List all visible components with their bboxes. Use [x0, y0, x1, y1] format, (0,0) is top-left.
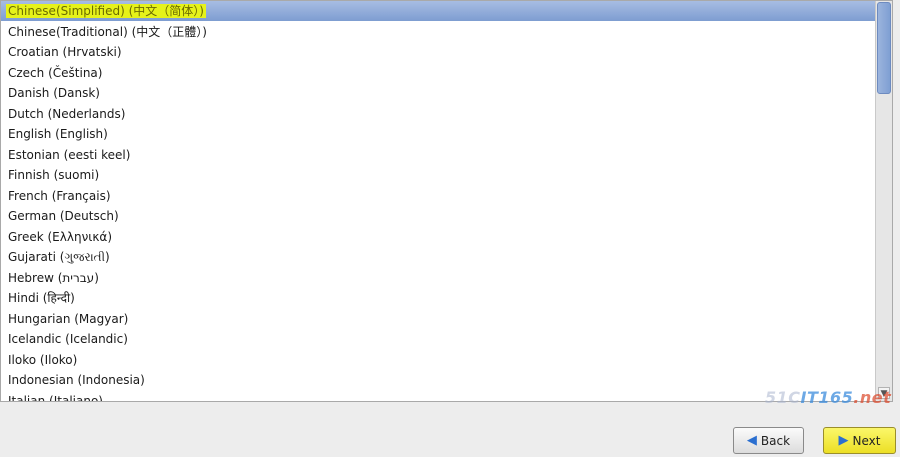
language-list-item[interactable]: Icelandic (Icelandic) — [1, 329, 876, 349]
language-list-item[interactable]: Finnish (suomi) — [1, 165, 876, 185]
language-list-item[interactable]: Chinese(Simplified) (中文（简体）) — [1, 1, 876, 21]
language-list-item-label: French (Français) — [8, 189, 111, 203]
language-list-item-label: Finnish (suomi) — [8, 168, 100, 182]
language-list-item[interactable]: Iloko (Iloko) — [1, 350, 876, 370]
language-list-item[interactable]: Estonian (eesti keel) — [1, 145, 876, 165]
scrollbar-thumb[interactable] — [877, 2, 891, 94]
language-list-item-label: Danish (Dansk) — [8, 86, 100, 100]
language-list-item-label: Hungarian (Magyar) — [8, 312, 129, 326]
language-list-item[interactable]: Czech (Čeština) — [1, 63, 876, 83]
language-list-item-label: Italian (Italiano) — [8, 394, 103, 401]
language-list-item[interactable]: Greek (Ελληνικά) — [1, 227, 876, 247]
language-list-item[interactable]: Chinese(Traditional) (中文（正體）) — [1, 22, 876, 42]
language-list-item-label: Greek (Ελληνικά) — [8, 230, 112, 244]
language-list-item-label: German (Deutsch) — [8, 209, 119, 223]
back-button-label: Back — [760, 433, 791, 448]
language-list-item[interactable]: Hungarian (Magyar) — [1, 309, 876, 329]
language-list-frame: Chinese(Simplified) (中文（简体）) Chinese(Trad… — [0, 0, 893, 402]
language-list-item[interactable]: English (English) — [1, 124, 876, 144]
chevron-down-icon[interactable]: ▼ — [878, 387, 890, 399]
language-list-item[interactable]: Croatian (Hrvatski) — [1, 42, 876, 62]
language-list-item[interactable]: Hebrew (עברית) — [1, 268, 876, 288]
language-list-item-label: Hindi (हिन्दी) — [8, 291, 75, 305]
language-list-item[interactable]: German (Deutsch) — [1, 206, 876, 226]
language-list-item-label: Iloko (Iloko) — [8, 353, 78, 367]
language-list-item-label: English (English) — [8, 127, 108, 141]
language-list-item-label: Chinese(Traditional) (中文（正體）) — [8, 25, 207, 39]
language-list-item[interactable]: Dutch (Nederlands) — [1, 104, 876, 124]
language-list-item[interactable]: Hindi (हिन्दी) — [1, 288, 876, 308]
language-list[interactable]: Chinese(Simplified) (中文（简体）) Chinese(Trad… — [1, 1, 876, 401]
language-list-item-label: Icelandic (Icelandic) — [8, 332, 128, 346]
language-list-item[interactable]: Danish (Dansk) — [1, 83, 876, 103]
language-list-item-label: Hebrew (עברית) — [8, 271, 99, 285]
language-list-item-label: Estonian (eesti keel) — [8, 148, 131, 162]
next-button-label: Next — [852, 433, 881, 448]
arrow-left-icon: ◀ — [746, 433, 757, 448]
language-list-item-label: Indonesian (Indonesia) — [8, 373, 145, 387]
back-button[interactable]: ◀ Back — [733, 427, 804, 454]
arrow-right-icon: ▶ — [838, 433, 849, 448]
language-list-item[interactable]: Gujarati (ગુજરાતી) — [1, 247, 876, 267]
language-list-item-label: Czech (Čeština) — [8, 66, 103, 80]
next-button[interactable]: ▶ Next — [823, 427, 896, 454]
installer-language-screen: Chinese(Simplified) (中文（简体）) Chinese(Trad… — [0, 0, 900, 457]
language-list-item-label: Gujarati (ગુજરાતી) — [8, 250, 110, 264]
language-list-item-label: Chinese(Simplified) (中文（简体）) — [6, 4, 206, 18]
language-list-item[interactable]: Indonesian (Indonesia) — [1, 370, 876, 390]
language-list-item[interactable]: French (Français) — [1, 186, 876, 206]
vertical-scrollbar[interactable]: ▼ — [875, 1, 892, 401]
language-list-item-label: Dutch (Nederlands) — [8, 107, 126, 121]
language-list-item[interactable]: Italian (Italiano) — [1, 391, 876, 401]
language-list-item-label: Croatian (Hrvatski) — [8, 45, 122, 59]
